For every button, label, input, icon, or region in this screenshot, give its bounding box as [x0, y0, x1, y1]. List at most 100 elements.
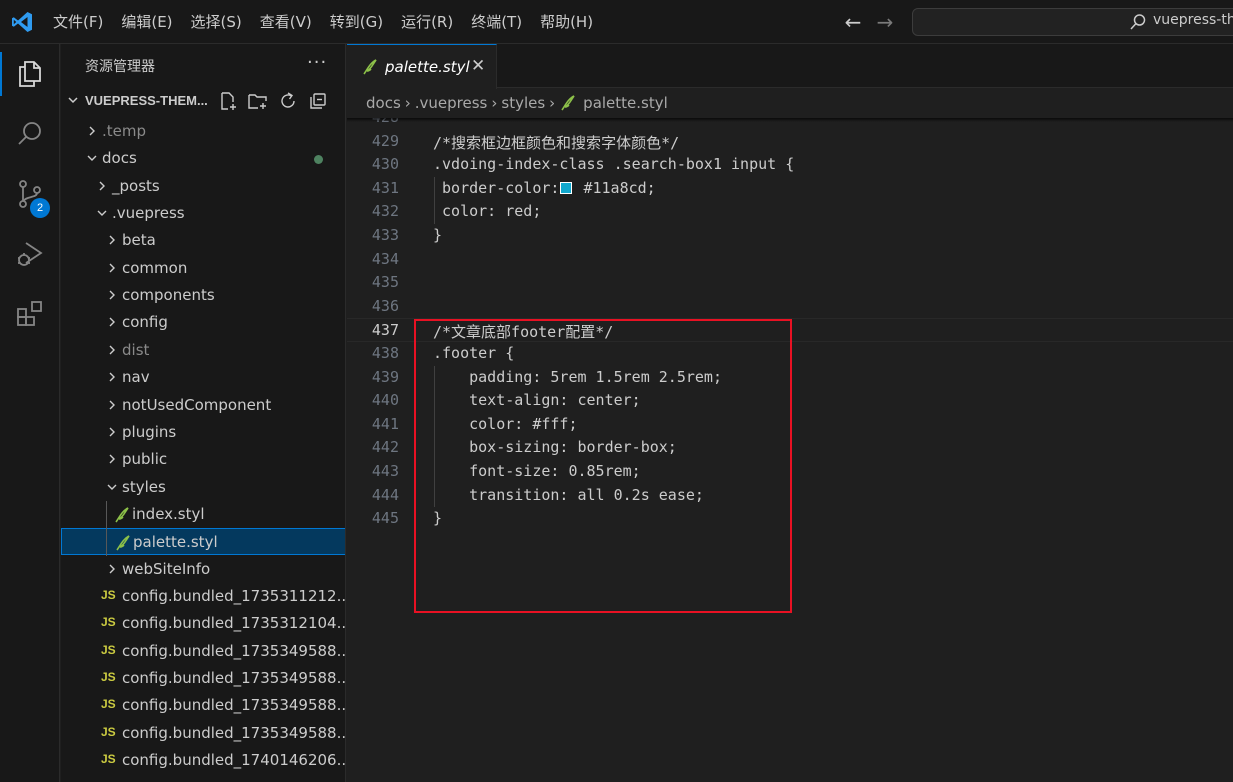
code-line[interactable]: 442 box-sizing: border-box; — [347, 436, 1233, 460]
code-line[interactable]: 444 transition: all 0.2s ease; — [347, 484, 1233, 508]
chevron-down-icon — [68, 97, 78, 104]
chevron-right-icon — [89, 126, 95, 136]
code-editor[interactable]: 428429/*搜索框边框颜色和搜索字体颜色*/430.vdoing-index… — [347, 118, 1233, 782]
search-icon[interactable] — [0, 104, 60, 164]
code-text: text-align: center; — [433, 391, 641, 409]
tree-item-label: config.bundled_1735312104... — [122, 614, 346, 633]
run-debug-icon[interactable] — [0, 224, 60, 284]
tree-folder[interactable]: styles — [61, 474, 345, 501]
code-line[interactable]: 445} — [347, 507, 1233, 531]
tree-file[interactable]: JS config.bundled_1735312104... — [61, 610, 346, 637]
breadcrumb-vuepress[interactable]: .vuepress — [415, 94, 488, 112]
new-folder-icon[interactable] — [247, 90, 269, 112]
code-line[interactable]: 435 — [347, 271, 1233, 295]
color-swatch[interactable] — [560, 181, 573, 194]
tree-folder[interactable]: .vuepress — [61, 200, 345, 227]
refresh-icon[interactable] — [277, 90, 299, 112]
chevron-down-icon — [97, 210, 107, 217]
search-icon — [1130, 14, 1146, 30]
tree-folder[interactable]: common — [61, 255, 345, 282]
tree-folder[interactable]: components — [61, 282, 345, 309]
tree-folder[interactable]: .temp — [61, 118, 345, 145]
tree-folder[interactable]: docs — [61, 145, 345, 172]
tree-folder[interactable]: public — [61, 446, 345, 473]
tree-file[interactable]: JS config.bundled_1735311212... — [61, 583, 345, 610]
code-line[interactable]: 431 border-color: #11a8cd; — [347, 177, 1233, 201]
tree-item-label: palette.styl — [133, 533, 218, 552]
command-center-search[interactable]: vuepress-theme-vdoing — [912, 8, 1233, 36]
code-text: /*搜索框边框颜色和搜索字体颜色*/ — [433, 132, 679, 153]
tree-folder[interactable]: webSiteInfo — [61, 556, 345, 583]
tree-file[interactable]: JS config.bundled_1740146206... — [61, 747, 346, 774]
breadcrumb-styles[interactable]: styles — [501, 94, 545, 112]
tree-file[interactable]: JS config.bundled_1735349588... — [61, 638, 345, 665]
code-line[interactable]: 437 /*文章底部footer配置*/ — [347, 318, 1233, 342]
code-text-segment: padding: 5rem 1.5rem 2.5rem; — [433, 367, 722, 386]
code-text: transition: all 0.2s ease; — [433, 486, 704, 504]
code-text: /*文章底部footer配置*/ — [433, 321, 613, 342]
tree-file[interactable]: JS config.bundled_1735349588... — [61, 720, 345, 747]
tree-file[interactable]: JS config.bundled_1735349588... — [61, 692, 345, 719]
breadcrumb-docs[interactable]: docs — [366, 94, 401, 112]
tree-folder[interactable]: nav — [61, 364, 345, 391]
command-center-text: vuepress-theme-vdoing — [1153, 12, 1233, 28]
scroll-shadow — [347, 118, 1233, 122]
code-line[interactable]: 436 — [347, 295, 1233, 319]
code-line[interactable]: 434 — [347, 248, 1233, 272]
menu-item[interactable]: 终端(T) — [462, 0, 531, 44]
code-line[interactable]: 430 .vdoing-index-class .search-box1 inpu… — [347, 153, 1233, 177]
code-line[interactable]: 433} — [347, 224, 1233, 248]
menu-item[interactable]: 帮助(H) — [531, 0, 602, 44]
chevron-right-icon: › — [404, 94, 411, 112]
code-line[interactable]: 439 padding: 5rem 1.5rem 2.5rem; — [347, 366, 1233, 390]
collapse-all-icon[interactable] — [307, 90, 329, 112]
line-number: 432 — [371, 202, 399, 221]
extensions-icon[interactable] — [0, 284, 60, 344]
stylus-file-icon — [561, 95, 575, 111]
forward-arrow-icon[interactable]: → — [874, 11, 896, 33]
tree-item-label: .temp — [102, 122, 147, 140]
close-icon[interactable]: ✕ — [471, 56, 485, 76]
indent-guide — [434, 176, 435, 224]
menu-item[interactable]: 转到(G) — [321, 0, 392, 44]
tree-file[interactable]: palette.styl — [61, 528, 345, 556]
code-line[interactable]: 432 color: red; — [347, 200, 1233, 224]
indent-guide — [434, 365, 435, 508]
tree-item-label: common — [122, 258, 188, 277]
code-line[interactable]: 443 font-size: 0.85rem; — [347, 460, 1233, 484]
vscode-logo-icon — [12, 12, 32, 32]
more-actions-icon[interactable]: ··· — [307, 52, 327, 73]
javascript-file-icon: JS — [101, 752, 116, 767]
code-text-segment: #11a8cd; — [574, 178, 656, 197]
menu-item[interactable]: 编辑(E) — [112, 0, 181, 44]
menu-item[interactable]: 选择(S) — [182, 0, 251, 44]
line-number: 431 — [371, 178, 399, 197]
tree-item-label: config.bundled_1740146206... — [122, 751, 346, 770]
menu-item[interactable]: 查看(V) — [251, 0, 321, 44]
source-control-icon[interactable]: 2 — [0, 164, 60, 224]
code-line[interactable]: 441 color: #fff; — [347, 413, 1233, 437]
tree-folder[interactable]: dist — [61, 337, 345, 364]
workspace-section-header[interactable]: VUEPRESS-THEM... — [61, 88, 345, 116]
tree-folder[interactable]: _posts — [61, 173, 345, 200]
back-arrow-icon[interactable]: ← — [842, 11, 864, 33]
code-line[interactable]: 429 /*搜索框边框颜色和搜索字体颜色*/ — [347, 130, 1233, 154]
code-line[interactable]: 440 text-align: center; — [347, 389, 1233, 413]
tree-file[interactable]: index.styl — [61, 501, 345, 528]
tree-folder[interactable]: plugins — [61, 419, 345, 446]
tab-palette-styl[interactable]: palette.styl ✕ — [347, 44, 497, 89]
explorer-icon[interactable] — [0, 44, 60, 104]
line-number: 441 — [371, 414, 399, 433]
tree-item-label: .vuepress — [112, 204, 185, 223]
code-line[interactable]: 438 .footer { — [347, 342, 1233, 366]
new-file-icon[interactable] — [217, 90, 239, 112]
tree-file[interactable]: JS config.bundled_1735349588... — [61, 665, 345, 692]
tree-folder[interactable]: config — [61, 309, 345, 336]
tree-folder[interactable]: notUsedComponent — [61, 392, 345, 419]
menu-item[interactable]: 文件(F) — [44, 0, 112, 44]
line-number: 430 — [371, 155, 399, 174]
menu-item[interactable]: 运行(R) — [392, 0, 462, 44]
breadcrumb-file[interactable]: palette.styl — [583, 94, 668, 112]
tree-folder[interactable]: beta — [61, 227, 345, 254]
editor-area: palette.styl ✕ docs › .vuepress › styles… — [347, 44, 1233, 782]
